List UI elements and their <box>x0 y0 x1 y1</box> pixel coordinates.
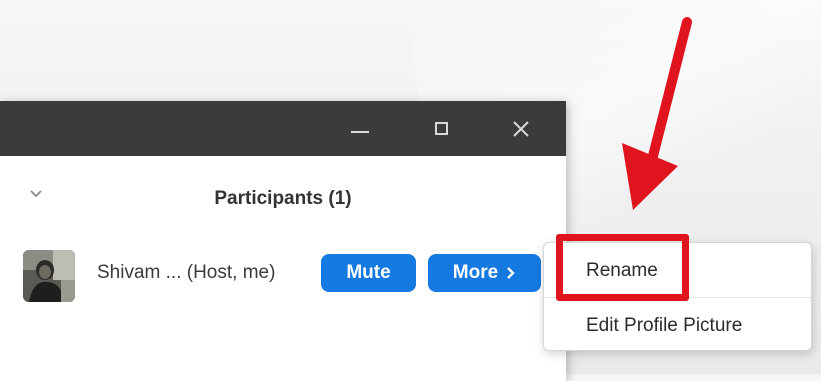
annotation-highlight-box <box>556 234 689 301</box>
minimize-icon <box>351 130 369 133</box>
panel-title-text: Participants (1) <box>214 188 352 209</box>
participants-header: Participants (1) <box>0 156 566 236</box>
more-button[interactable]: More <box>428 254 541 292</box>
avatar <box>23 250 75 302</box>
participants-window: Participants (1) Shivam ... (Host, me) M… <box>0 101 566 381</box>
participant-name: Shivam ... (Host, me) <box>97 262 276 283</box>
avatar-photo <box>23 250 75 302</box>
panel-title: Participants (1) <box>0 188 566 210</box>
maximize-button[interactable] <box>418 101 464 156</box>
title-bar <box>0 101 566 156</box>
mute-button[interactable]: Mute <box>321 254 416 292</box>
participant-row[interactable]: Shivam ... (Host, me) Mute More <box>0 246 566 302</box>
maximize-icon <box>434 122 448 135</box>
mute-button-label: Mute <box>346 262 391 283</box>
menu-item-edit-profile-picture-label: Edit Profile Picture <box>586 315 743 336</box>
close-icon <box>513 120 529 137</box>
close-button[interactable] <box>498 101 544 156</box>
menu-item-edit-profile-picture[interactable]: Edit Profile Picture <box>544 298 811 350</box>
more-button-label: More <box>452 262 499 283</box>
minimize-button[interactable] <box>337 101 383 156</box>
chevron-right-icon <box>507 267 515 279</box>
